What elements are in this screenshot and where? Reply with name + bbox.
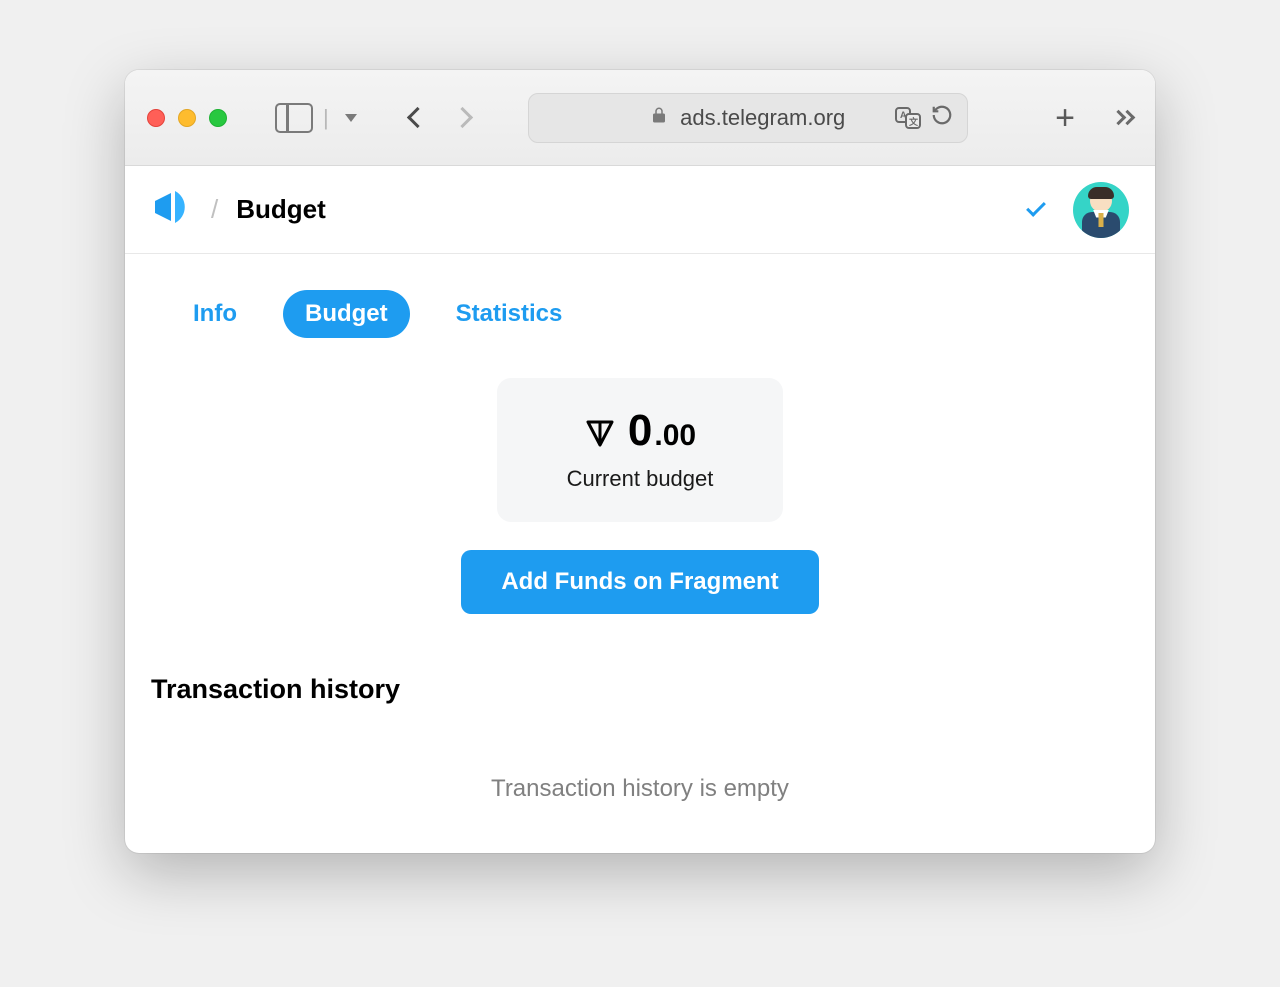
sidebar-toggle-icon[interactable] — [275, 103, 313, 133]
url-bar[interactable]: ads.telegram.org A文 — [528, 93, 968, 143]
maximize-window-button[interactable] — [209, 109, 227, 127]
tab-info[interactable]: Info — [171, 290, 259, 338]
page-title: Budget — [236, 194, 326, 225]
back-button[interactable] — [407, 107, 428, 128]
ton-currency-icon — [584, 417, 616, 449]
titlebar-right: + — [1055, 101, 1133, 135]
avatar[interactable] — [1073, 182, 1129, 238]
minimize-window-button[interactable] — [178, 109, 196, 127]
translate-icon[interactable]: A文 — [895, 107, 921, 129]
app-header: / Budget — [125, 166, 1155, 254]
browser-titlebar: | ads.telegram.org A文 + — [125, 70, 1155, 166]
header-right — [1027, 182, 1129, 238]
account-dropdown-chevron-icon[interactable] — [1026, 197, 1046, 217]
transaction-history-title: Transaction history — [151, 674, 1129, 705]
tabs: Info Budget Statistics — [151, 290, 1129, 338]
browser-window: | ads.telegram.org A文 + — [125, 70, 1155, 853]
reload-icon[interactable] — [931, 104, 953, 131]
budget-integer: 0 — [628, 406, 652, 456]
tab-statistics[interactable]: Statistics — [434, 290, 585, 338]
budget-section: 0 .00 Current budget Add Funds on Fragme… — [151, 378, 1129, 614]
nav-arrows — [410, 110, 470, 125]
url-text: ads.telegram.org — [680, 105, 845, 131]
breadcrumb: / Budget — [151, 187, 326, 232]
forward-button — [452, 107, 473, 128]
transaction-history-empty: Transaction history is empty — [151, 775, 1129, 803]
close-window-button[interactable] — [147, 109, 165, 127]
divider: | — [323, 105, 329, 131]
add-funds-button[interactable]: Add Funds on Fragment — [461, 550, 818, 614]
tab-overflow-icon[interactable] — [1115, 112, 1133, 123]
budget-amount: 0 .00 — [567, 406, 714, 456]
lock-icon — [650, 105, 668, 130]
svg-text:文: 文 — [908, 116, 919, 127]
window-controls — [147, 109, 227, 127]
budget-decimal: .00 — [654, 419, 696, 453]
content: Info Budget Statistics 0 .00 Current bud… — [125, 254, 1155, 853]
sidebar-toggle-group: | — [275, 103, 357, 133]
tab-budget[interactable]: Budget — [283, 290, 410, 338]
budget-card: 0 .00 Current budget — [497, 378, 784, 522]
budget-label: Current budget — [567, 466, 714, 492]
megaphone-logo-icon[interactable] — [151, 187, 193, 232]
chevron-down-icon[interactable] — [345, 114, 357, 122]
url-actions: A文 — [895, 104, 953, 131]
new-tab-button[interactable]: + — [1055, 101, 1075, 135]
breadcrumb-separator: / — [211, 194, 218, 225]
